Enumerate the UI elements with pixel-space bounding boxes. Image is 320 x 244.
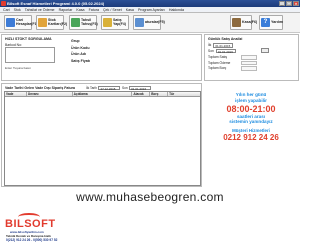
barcode-input[interactable] bbox=[5, 47, 55, 63]
support-promo: Yılın her günü işlem yapabilir 08:00-21:… bbox=[203, 92, 299, 142]
date-from-label: İlk bbox=[208, 43, 212, 48]
field-urun-adi: Ürün Adı bbox=[71, 52, 87, 56]
menu-cari[interactable]: Cari bbox=[3, 7, 10, 12]
due-invoices-title: Vade Tarihi Gelen Vade Dışı Sipariş Fatu… bbox=[5, 86, 75, 90]
minimize-button[interactable]: _ bbox=[279, 1, 285, 6]
due-invoices-grid[interactable]: Vade Ünvanı Açıklama Alacak Borç Tür bbox=[4, 91, 201, 186]
field-urun-kodu: Ürün Kodu bbox=[71, 45, 90, 50]
refresh-button[interactable] bbox=[261, 48, 269, 53]
button-label: Tahsil Tahsş(F3) bbox=[81, 18, 98, 26]
menu-raporlar[interactable]: Raporlar bbox=[59, 7, 73, 12]
satis-yap-button[interactable]: Satış Yap(F4) bbox=[101, 14, 129, 30]
safe-icon bbox=[232, 17, 241, 27]
total-payment-row: Toplam Ödeme bbox=[208, 61, 230, 65]
button-label: Satış Yap(F4) bbox=[113, 18, 126, 26]
promo-line-3b: sistemin yanındayız bbox=[229, 119, 273, 124]
col-unvani[interactable]: Ünvanı bbox=[27, 92, 73, 96]
barcode-hint: Enter Tuşuna basın bbox=[5, 66, 32, 70]
brand-phone: 0(212) 912 24 26 - 0(500) 530 97 52 bbox=[6, 238, 58, 242]
total-debt-label: Toplam Borç bbox=[208, 66, 227, 70]
menu-kasa[interactable]: Kasa bbox=[76, 7, 84, 12]
filter-to-label: Son bbox=[121, 85, 128, 90]
faturalar-button[interactable]: aturalar(F5) bbox=[133, 14, 165, 30]
cash-icon bbox=[71, 17, 80, 27]
app-icon bbox=[1, 1, 6, 6]
menu-hakkinda[interactable]: Hakkında bbox=[169, 7, 184, 12]
total-payment-value bbox=[241, 60, 257, 65]
stok-kartlari-button[interactable]: Stok Kartları(F2) bbox=[36, 14, 68, 30]
invoice-icon bbox=[135, 17, 144, 27]
promo-line-1b: işlem yapabilir bbox=[235, 97, 267, 103]
filter-to-date[interactable]: 01.01.2016 bbox=[129, 85, 152, 90]
total-sales-value bbox=[241, 55, 257, 60]
yardim-button[interactable]: ? Yardım bbox=[259, 14, 283, 30]
date-from-field[interactable]: 01.01.2015 bbox=[213, 43, 234, 48]
menu-cek-senet[interactable]: Çek / Senet bbox=[103, 7, 122, 12]
filter-from-date[interactable]: 27.12.2015 bbox=[98, 85, 121, 90]
toolbar: Cari Hesaplar(F1) Stok Kartları(F2) Tahs… bbox=[0, 13, 300, 33]
window-controls: _ □ × bbox=[279, 1, 299, 6]
bilsoft-logo: BILSOFT www.bilsoftyazilim.com Teknik De… bbox=[4, 212, 74, 242]
people-icon bbox=[6, 17, 15, 27]
button-label: Yardım bbox=[271, 20, 283, 24]
menu-tahsilat-odeme[interactable]: Tahsilat ve Ödeme bbox=[25, 7, 55, 12]
grid-header: Vade Ünvanı Açıklama Alacak Borç Tür bbox=[5, 92, 200, 97]
col-vade[interactable]: Vade bbox=[5, 92, 27, 96]
total-sales-label: Toplam Satış bbox=[208, 55, 228, 59]
cari-hesaplar-button[interactable]: Cari Hesaplar(F1) bbox=[4, 14, 38, 30]
sales-analysis-panel: Günlük Satış Analizi İlk 01.01.2015 Son … bbox=[204, 34, 299, 81]
due-invoices-panel: Vade Tarihi Gelen Vade Dışı Sipariş Fatu… bbox=[1, 83, 202, 187]
maximize-button[interactable]: □ bbox=[286, 1, 292, 6]
field-satis-fiyati: Satış Fiyatı bbox=[71, 58, 90, 63]
button-label: Cari Hesaplar(F1) bbox=[16, 18, 38, 26]
date-to-field[interactable]: 01.01.2016 bbox=[215, 48, 236, 53]
sales-analysis-title: Günlük Satış Analizi bbox=[208, 37, 243, 41]
quick-stock-title: HIZLI STOKT SORGULAMA bbox=[5, 37, 52, 41]
total-debt-row: Toplam Borç bbox=[208, 66, 226, 70]
watermark-url: www.muhasebeogren.com bbox=[76, 190, 224, 204]
help-icon: ? bbox=[261, 17, 270, 27]
menu-program-ayarlari[interactable]: Program Ayarları bbox=[138, 7, 165, 12]
sales-date-from-row: İlk 01.01.2015 bbox=[208, 43, 234, 48]
button-label: Kasa(F6) bbox=[242, 20, 258, 24]
close-button[interactable]: × bbox=[293, 1, 299, 6]
due-date-filter: İlk Tarih 27.12.2015 Son 01.01.2016 bbox=[86, 85, 152, 90]
total-debt-value bbox=[241, 66, 257, 71]
total-payment-label: Toplam Ödeme bbox=[208, 60, 231, 65]
col-alacak[interactable]: Alacak bbox=[132, 92, 151, 96]
col-tur[interactable]: Tür bbox=[168, 92, 200, 96]
date-to-label: Son bbox=[208, 48, 214, 53]
total-sales-row: Toplam Satış bbox=[208, 55, 227, 59]
kasa-button[interactable]: Kasa(F6) bbox=[230, 14, 257, 30]
cart-icon bbox=[103, 17, 112, 27]
menu-fatura[interactable]: Fatura bbox=[89, 7, 99, 12]
stock-fields: Grup Ürün Kodu Ürün Adı Satış Fiyatı bbox=[71, 39, 90, 63]
title-bar: Bilsoft Esnaf Hizmetleri Programi 4.0.0 … bbox=[0, 0, 300, 7]
menu-kasa-2[interactable]: Kasa bbox=[126, 7, 134, 12]
quick-stock-panel: HIZLI STOKT SORGULAMA Barkod No: Enter T… bbox=[1, 34, 202, 81]
filter-from-label: İlk Tarih bbox=[86, 85, 97, 90]
promo-phone: 0212 912 24 26 bbox=[223, 132, 279, 142]
window-title: Bilsoft Esnaf Hizmetleri Programi 4.0.0 … bbox=[7, 1, 105, 6]
tahsilat-button[interactable]: Tahsil Tahsş(F3) bbox=[69, 14, 98, 30]
field-grup: Grup bbox=[71, 39, 80, 43]
promo-hours: 08:00-21:00 bbox=[226, 103, 276, 114]
button-label: Stok Kartları(F2) bbox=[48, 18, 68, 26]
button-label: aturalar(F5) bbox=[145, 20, 165, 24]
box-icon bbox=[38, 17, 47, 27]
brand-name: BILSOFT bbox=[5, 218, 56, 230]
col-borc[interactable]: Borç bbox=[150, 92, 169, 96]
menu-stok[interactable]: Stok bbox=[14, 7, 21, 12]
col-aciklama[interactable]: Açıklama bbox=[73, 92, 133, 96]
sales-date-to-row: Son 01.01.2016 bbox=[208, 48, 236, 53]
